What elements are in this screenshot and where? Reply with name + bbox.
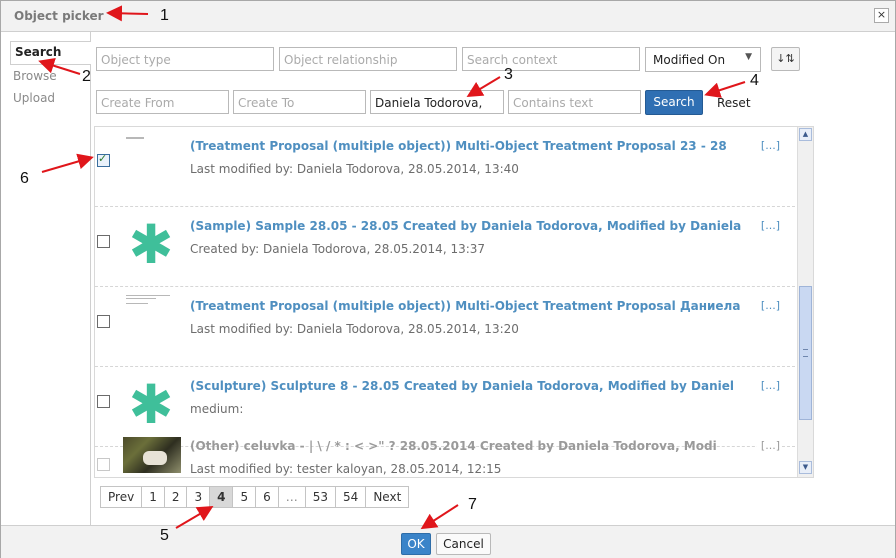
page-6[interactable]: 6 [255,486,279,508]
photo-thumbnail [123,437,181,473]
result-title-text: (Sculpture) Sculpture 8 - 28.05 Created … [190,379,734,393]
sidebar: Search Browse Upload [1,32,91,525]
result-title-text: (Sample) Sample 28.05 - 28.05 Created by… [190,219,742,233]
search-button[interactable]: Search [645,90,703,115]
create-to-field[interactable]: Create To [233,90,366,114]
result-title-text: (Treatment Proposal (multiple object)) M… [190,139,727,153]
annotation-4: 4 [750,72,759,89]
creator-field[interactable]: Daniela Todorova, [370,90,504,114]
annotation-6: 6 [20,170,29,187]
page-ellipsis: … [277,486,306,508]
page-prev[interactable]: Prev [100,486,143,508]
result-title-text: (Treatment Proposal (multiple object)) M… [190,299,741,313]
more-link[interactable]: [...] [756,219,780,232]
result-checkbox[interactable] [97,152,110,167]
result-subtitle: Last modified by: tester kaloyan, 28.05.… [190,462,502,476]
result-checkbox[interactable] [97,458,110,471]
result-title-text: (Other) celuvka - | \ / * : < >" ? 28.05… [190,439,717,453]
more-link[interactable]: [...] [756,439,780,452]
asterisk-icon: ✱ [128,373,174,436]
annotation-1: 1 [160,7,169,24]
scroll-down-icon[interactable]: ▼ [799,461,812,474]
list-item[interactable]: (Treatment Proposal (multiple object)) M… [95,287,795,367]
page-2[interactable]: 2 [163,486,188,508]
result-title[interactable]: (Sample) Sample 28.05 - 28.05 Created by… [190,219,780,233]
sort-field-value: Modified On [653,53,726,67]
result-subtitle: Created by: Daniela Todorova, 28.05.2014… [190,242,486,256]
sort-order-toggle-icon[interactable]: ↓⇅ [771,47,800,71]
contains-text-field[interactable]: Contains text [508,90,641,114]
annotation-7: 7 [468,496,477,513]
annotation-5: 5 [160,527,169,544]
result-checkbox[interactable] [97,315,110,328]
pagination: Prev 1 2 3 4 5 6 … 53 54 Next [100,486,410,508]
close-icon[interactable]: × [874,8,889,23]
list-item[interactable]: (Treatment Proposal (multiple object)) M… [95,127,795,207]
document-thumbnail [120,135,182,193]
result-subtitle: Last modified by: Daniela Todorova, 28.0… [190,322,519,336]
object-picker-dialog: Object picker × Search Browse Upload Obj… [0,0,896,558]
annotation-3: 3 [504,66,513,83]
sidebar-item-label: Search [15,45,62,59]
page-next[interactable]: Next [365,486,410,508]
dialog-titlebar: Object picker × [1,1,895,32]
annotation-2: 2 [82,68,91,85]
results-list: (Treatment Proposal (multiple object)) M… [94,126,814,478]
dialog-footer: OK Cancel [1,525,895,558]
more-link[interactable]: [...] [756,299,780,312]
result-subtitle: Last modified by: Daniela Todorova, 28.0… [190,162,519,176]
object-relationship-field[interactable]: Object relationship [279,47,457,71]
cancel-button[interactable]: Cancel [436,533,491,555]
result-checkbox[interactable] [97,395,110,408]
ok-button[interactable]: OK [401,533,431,555]
object-type-field[interactable]: Object type [96,47,274,71]
document-thumbnail [120,295,182,353]
result-title[interactable]: (Treatment Proposal (multiple object)) M… [190,139,780,153]
result-subtitle: medium: [190,402,244,416]
sort-field-select[interactable]: Modified On ▼ [645,47,761,72]
list-item[interactable]: ✱ (Sample) Sample 28.05 - 28.05 Created … [95,207,795,287]
page-53[interactable]: 53 [304,486,337,508]
page-1[interactable]: 1 [141,486,165,508]
page-4-current[interactable]: 4 [209,486,234,508]
sidebar-item-search[interactable]: Search [10,41,91,65]
create-from-field[interactable]: Create From [96,90,229,114]
result-title[interactable]: (Treatment Proposal (multiple object)) M… [190,299,780,313]
asterisk-icon: ✱ [128,213,174,276]
list-item[interactable]: (Other) celuvka - | \ / * : < >" ? 28.05… [95,427,795,477]
search-context-field[interactable]: Search context [462,47,640,71]
more-link[interactable]: [...] [756,139,780,152]
more-link[interactable]: [...] [756,379,780,392]
chevron-down-icon: ▼ [745,52,752,62]
scroll-thumb[interactable] [799,286,812,420]
sidebar-item-upload[interactable]: Upload [13,91,55,105]
sidebar-item-browse[interactable]: Browse [13,69,57,83]
result-title[interactable]: (Sculpture) Sculpture 8 - 28.05 Created … [190,379,780,393]
dialog-title: Object picker [14,9,104,23]
page-3[interactable]: 3 [186,486,211,508]
page-54[interactable]: 54 [335,486,367,508]
results-scrollbar[interactable]: ▲ ▼ [797,127,813,477]
scroll-up-icon[interactable]: ▲ [799,128,812,141]
result-title[interactable]: (Other) celuvka - | \ / * : < >" ? 28.05… [190,439,780,453]
reset-link[interactable]: Reset [717,96,751,110]
page-5[interactable]: 5 [232,486,257,508]
result-checkbox[interactable] [97,235,110,248]
